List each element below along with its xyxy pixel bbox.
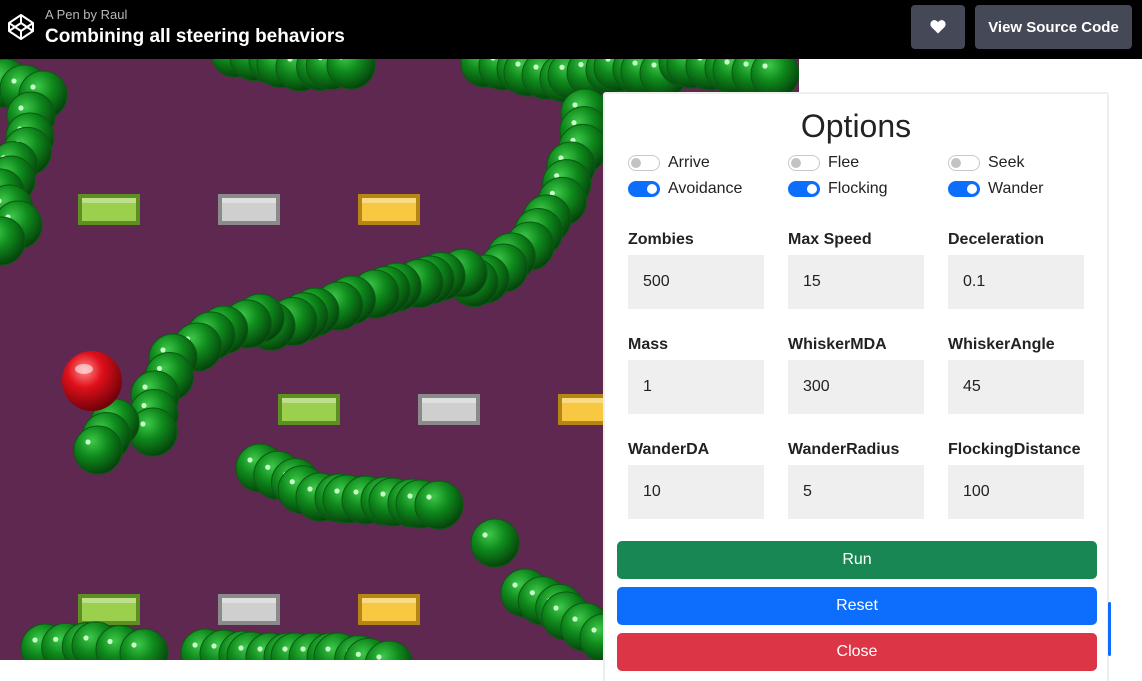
options-title: Options — [800, 108, 912, 144]
zombie — [73, 425, 123, 475]
whisker-angle-input[interactable] — [948, 360, 1084, 414]
toggle-avoidance[interactable]: Avoidance — [628, 179, 742, 199]
flee-switch[interactable] — [788, 155, 820, 171]
wander-da-input[interactable] — [628, 465, 764, 519]
pen-byline[interactable]: A Pen by Raul — [45, 7, 127, 23]
background-button-edge — [1108, 602, 1111, 656]
max-speed-input[interactable] — [788, 255, 924, 309]
flocking-distance-label: FlockingDistance — [948, 441, 1081, 458]
toggle-arrive[interactable]: Arrive — [628, 153, 710, 173]
deceleration-label: Deceleration — [948, 231, 1045, 248]
codepen-icon[interactable] — [6, 12, 36, 42]
options-panel: Options Arrive Flee Seek Avoidance Flock… — [603, 92, 1109, 681]
toggle-label: Flocking — [828, 180, 888, 197]
max-speed-label: Max Speed — [788, 231, 872, 248]
flocking-distance-input[interactable] — [948, 465, 1084, 519]
zombies-label: Zombies — [628, 231, 694, 248]
toggle-label: Avoidance — [668, 180, 743, 197]
seek-switch[interactable] — [948, 155, 980, 171]
view-source-button[interactable]: View Source Code — [975, 5, 1132, 49]
reset-button[interactable]: Reset — [617, 587, 1097, 625]
close-button[interactable]: Close — [617, 633, 1097, 671]
toggle-seek[interactable]: Seek — [948, 153, 1024, 173]
toggle-label: Wander — [988, 180, 1044, 197]
mass-input[interactable] — [628, 360, 764, 414]
toggle-label: Flee — [828, 154, 860, 171]
toggle-label: Seek — [988, 154, 1025, 171]
wander-radius-input[interactable] — [788, 465, 924, 519]
whisker-mda-input[interactable] — [788, 360, 924, 414]
wander-radius-label: WanderRadius — [788, 441, 900, 458]
heart-icon — [930, 20, 946, 34]
whisker-mda-label: WhiskerMDA — [788, 336, 887, 353]
zombies-input[interactable] — [628, 255, 764, 309]
pen-title: Combining all steering behaviors — [45, 26, 345, 47]
wander-switch[interactable] — [948, 181, 980, 197]
like-button[interactable] — [911, 5, 965, 49]
zombie — [414, 480, 464, 530]
pen-header: A Pen by Raul Combining all steering beh… — [0, 0, 1142, 59]
deceleration-input[interactable] — [948, 255, 1084, 309]
toggle-label: Arrive — [668, 154, 710, 171]
run-button[interactable]: Run — [617, 541, 1097, 579]
flocking-switch[interactable] — [788, 181, 820, 197]
whisker-angle-label: WhiskerAngle — [948, 336, 1055, 353]
zombie — [470, 518, 520, 568]
player-ball — [62, 351, 122, 411]
toggle-wander[interactable]: Wander — [948, 179, 1043, 199]
page: A Pen by Raul Combining all steering beh… — [0, 0, 1142, 681]
arrive-switch[interactable] — [628, 155, 660, 171]
toggle-flocking[interactable]: Flocking — [788, 179, 888, 199]
toggle-flee[interactable]: Flee — [788, 153, 859, 173]
mass-label: Mass — [628, 336, 669, 353]
wander-da-label: WanderDA — [628, 441, 710, 458]
avoidance-switch[interactable] — [628, 181, 660, 197]
